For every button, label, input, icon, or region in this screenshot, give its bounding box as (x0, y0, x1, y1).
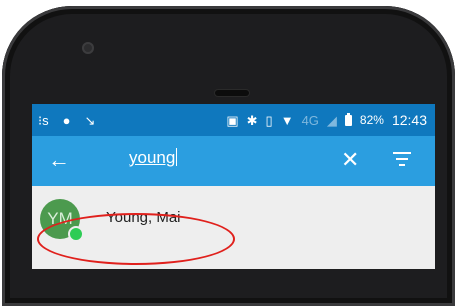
vibrate-icon: ▯ (265, 112, 273, 128)
battery-icon (344, 112, 352, 126)
notification-icon: ⁝s (38, 112, 49, 128)
front-camera (82, 42, 94, 54)
signal-icon: ◢ (326, 112, 337, 128)
missed-call-icon: ↘ (84, 112, 96, 128)
text-cursor (176, 148, 178, 166)
search-input-value: young (129, 148, 176, 167)
status-bar: ⁝s ● ↘ ▣ ✱ ▯ ▼ 4G ◢ 82% 12:43 (32, 104, 435, 136)
android-icon: ● (62, 112, 71, 128)
clock: 12:43 (391, 112, 427, 128)
close-icon[interactable]: ✕ (341, 147, 359, 173)
filter-icon[interactable] (393, 152, 411, 168)
nfc-icon: ▣ (226, 112, 239, 128)
highlight-annotation (37, 213, 235, 265)
search-toolbar: ← young ✕ (32, 136, 435, 186)
earpiece-speaker (215, 90, 249, 96)
bluetooth-icon: ✱ (246, 112, 258, 128)
search-input[interactable]: young (129, 148, 309, 168)
arrow-left-icon[interactable]: ← (48, 147, 70, 173)
wifi-icon: ▼ (280, 112, 294, 128)
battery-percent: 82% (359, 113, 384, 127)
network-type-icon: 4G (301, 112, 319, 128)
